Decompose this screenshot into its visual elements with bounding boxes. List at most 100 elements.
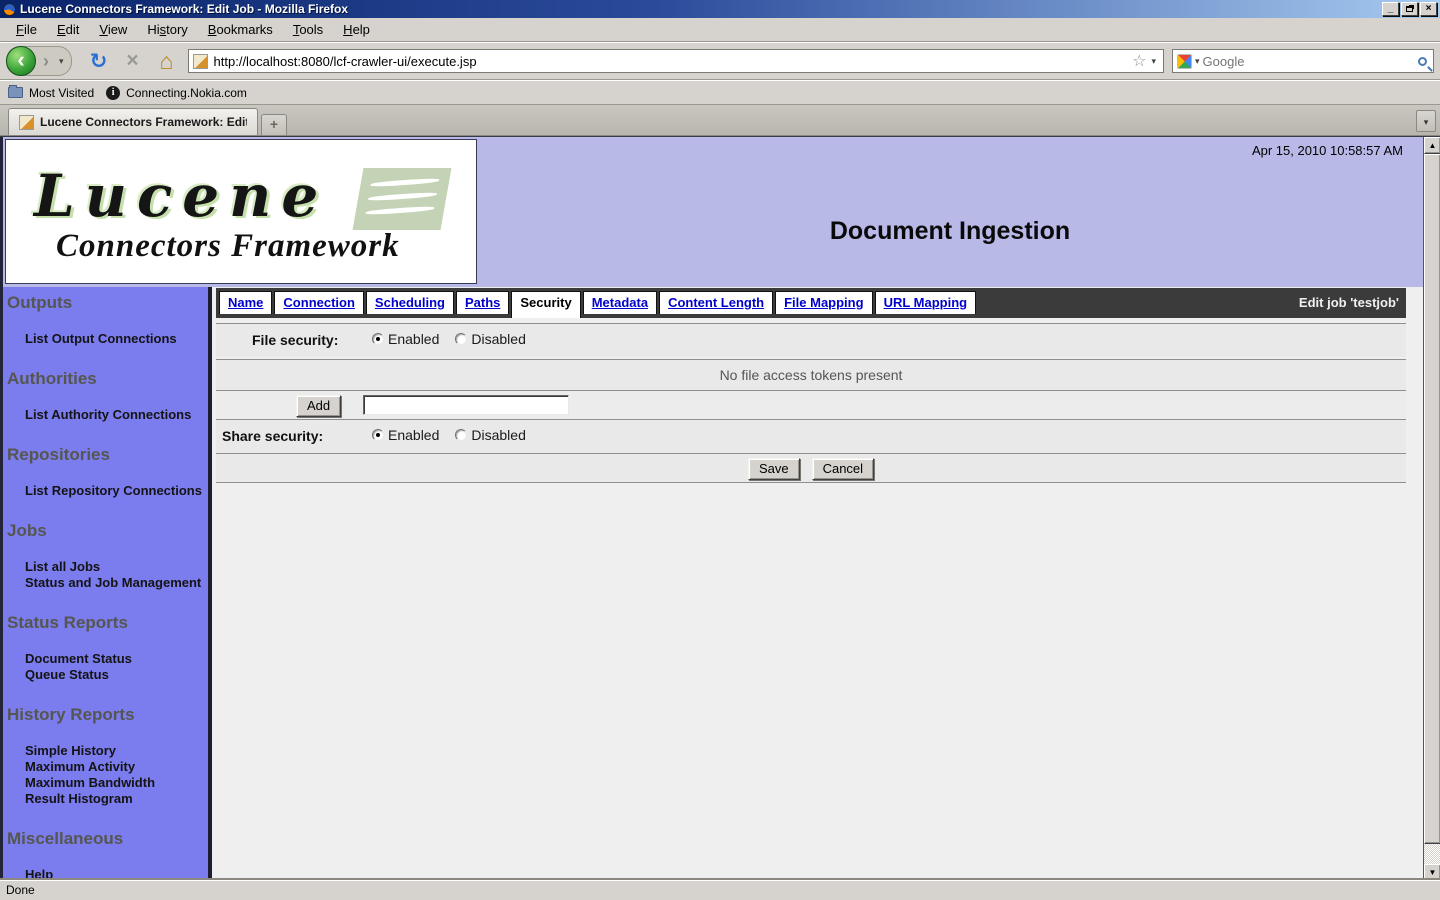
lcf-logo: Lucene Connectors Framework [5, 139, 477, 284]
share-security-row: Share security: EnabledDisabled [216, 419, 1406, 453]
bookmark-label: Most Visited [29, 86, 94, 100]
job-tab-file-mapping[interactable]: File Mapping [775, 291, 872, 314]
menu-item-tools[interactable]: Tools [283, 19, 333, 40]
url-input[interactable] [214, 54, 1131, 69]
scrollbar-thumb[interactable] [1424, 154, 1440, 844]
browser-tab-strip: Lucene Connectors Framework: Edit ... + … [0, 105, 1440, 136]
main-content: NameConnectionSchedulingPathsSecurityMet… [216, 287, 1406, 881]
sidebar-link-maximum-activity[interactable]: Maximum Activity [25, 759, 208, 775]
stop-button[interactable]: × [116, 49, 150, 73]
bookmarks-toolbar: Most Visited iConnecting.Nokia.com [0, 80, 1440, 105]
job-tab-metadata[interactable]: Metadata [583, 291, 657, 314]
sidebar-link-list-repository-connections[interactable]: List Repository Connections [25, 483, 208, 499]
file-security-row: File security: Enabled Disabled [216, 323, 1406, 357]
page-header: Lucene Connectors Framework Apr 15, 2010… [3, 137, 1423, 287]
restore-button[interactable] [1401, 2, 1418, 16]
tab-list-button[interactable]: ▾ [1416, 110, 1436, 132]
restore-icon [1406, 6, 1413, 12]
file-security-disabled-option[interactable]: Disabled [455, 331, 525, 347]
job-tab-paths[interactable]: Paths [456, 291, 509, 314]
sidebar-link-list-all-jobs[interactable]: List all Jobs [25, 559, 208, 575]
menu-item-edit[interactable]: Edit [47, 19, 89, 40]
job-tab-scheduling[interactable]: Scheduling [366, 291, 454, 314]
back-forward-group: ‹ › ▾ [6, 46, 72, 76]
bookmark-connecting-nokia-com[interactable]: iConnecting.Nokia.com [104, 84, 257, 102]
search-magnifier-icon[interactable] [1418, 57, 1427, 66]
search-input[interactable] [1203, 54, 1418, 69]
forward-button[interactable]: › [36, 51, 56, 72]
search-engine-dropdown-icon[interactable]: ▾ [1192, 56, 1203, 67]
folder-search-icon [8, 87, 23, 98]
sidebar-link-list-output-connections[interactable]: List Output Connections [25, 331, 208, 347]
menu-item-view[interactable]: View [89, 19, 137, 40]
job-tab-security[interactable]: Security [511, 291, 580, 318]
sidebar-heading: History Reports [7, 705, 208, 725]
file-security-disabled-radio[interactable] [455, 333, 467, 345]
logo-wordmark: Lucene [34, 162, 328, 230]
timestamp: Apr 15, 2010 10:58:57 AM [1252, 143, 1403, 158]
file-security-enabled-label: Enabled [388, 331, 439, 347]
share-security-enabled-option[interactable]: Enabled [372, 427, 439, 443]
scroll-up-button[interactable]: ▲ [1424, 137, 1440, 154]
scroll-down-button[interactable]: ▼ [1424, 864, 1440, 881]
sidebar-link-maximum-bandwidth[interactable]: Maximum Bandwidth [25, 775, 208, 791]
menu-item-help[interactable]: Help [333, 19, 380, 40]
sidebar-link-list-authority-connections[interactable]: List Authority Connections [25, 407, 208, 423]
firefox-icon [3, 3, 16, 16]
job-tab-url-mapping[interactable]: URL Mapping [875, 291, 977, 314]
job-tab-content-length[interactable]: Content Length [659, 291, 773, 314]
sidebar-heading: Status Reports [7, 613, 208, 633]
tab-title: Lucene Connectors Framework: Edit ... [40, 115, 247, 129]
share-security-disabled-radio[interactable] [455, 429, 467, 441]
close-button[interactable]: × [1420, 2, 1437, 16]
menu-item-history[interactable]: History [137, 19, 197, 40]
sidebar-link-status-and-job-management[interactable]: Status and Job Management [25, 575, 208, 591]
sidebar-link-result-histogram[interactable]: Result Histogram [25, 791, 208, 807]
google-engine-icon[interactable] [1177, 54, 1192, 69]
sidebar-section-jobs: JobsList all JobsStatus and Job Manageme… [3, 521, 208, 591]
status-bar: Done [0, 880, 1440, 900]
menu-item-bookmarks[interactable]: Bookmarks [198, 19, 283, 40]
menu-item-file[interactable]: File [6, 19, 47, 40]
search-box: ▾ [1172, 49, 1434, 73]
new-tab-button[interactable]: + [261, 114, 287, 135]
cancel-button[interactable]: Cancel [812, 458, 874, 480]
save-button[interactable]: Save [748, 458, 800, 480]
share-security-enabled-label: Enabled [388, 427, 439, 443]
history-dropdown-icon[interactable]: ▾ [56, 56, 67, 67]
file-security-disabled-label: Disabled [471, 331, 525, 347]
logo-subtitle: Connectors Framework [56, 228, 400, 265]
sidebar-section-repositories: RepositoriesList Repository Connections [3, 445, 208, 499]
navigation-toolbar: ‹ › ▾ ↻ × ⌂ ☆ ▾ ▾ [0, 42, 1440, 80]
sidebar-link-document-status[interactable]: Document Status [25, 651, 208, 667]
status-text: Done [6, 883, 35, 897]
sidebar-link-help[interactable]: Help [25, 867, 208, 881]
sidebar-link-simple-history[interactable]: Simple History [25, 743, 208, 759]
file-security-label: File security: [252, 332, 338, 348]
sidebar-link-queue-status[interactable]: Queue Status [25, 667, 208, 683]
no-tokens-message: No file access tokens present [216, 360, 1406, 383]
add-token-button[interactable]: Add [296, 395, 341, 417]
sidebar-heading: Miscellaneous [7, 829, 208, 849]
job-tab-connection[interactable]: Connection [274, 291, 364, 314]
window-title: Lucene Connectors Framework: Edit Job - … [20, 2, 1380, 16]
file-security-enabled-radio[interactable] [372, 333, 384, 345]
home-button[interactable]: ⌂ [150, 48, 184, 75]
vertical-scrollbar[interactable]: ▲ ▼ [1423, 137, 1440, 881]
share-security-disabled-option[interactable]: Disabled [455, 427, 525, 443]
reload-button[interactable]: ↻ [82, 49, 116, 74]
file-security-enabled-option[interactable]: Enabled [372, 331, 439, 347]
menu-bar: FileEditViewHistoryBookmarksToolsHelp [0, 18, 1440, 42]
share-security-enabled-radio[interactable] [372, 429, 384, 441]
bookmark-label: Connecting.Nokia.com [126, 86, 247, 100]
job-tab-name[interactable]: Name [219, 291, 272, 314]
active-browser-tab[interactable]: Lucene Connectors Framework: Edit ... [8, 108, 258, 135]
sidebar-section-status-reports: Status Reports Document StatusQueue Statu… [3, 613, 208, 683]
bookmark-star-icon[interactable]: ☆ [1130, 51, 1148, 71]
bookmark-most-visited[interactable]: Most Visited [6, 84, 104, 102]
back-button[interactable]: ‹ [6, 46, 36, 76]
sidebar-heading: Outputs [7, 293, 208, 313]
token-input[interactable] [363, 395, 569, 415]
minimize-button[interactable]: _ [1382, 2, 1399, 16]
urlbar-dropdown-icon[interactable]: ▾ [1148, 56, 1159, 67]
